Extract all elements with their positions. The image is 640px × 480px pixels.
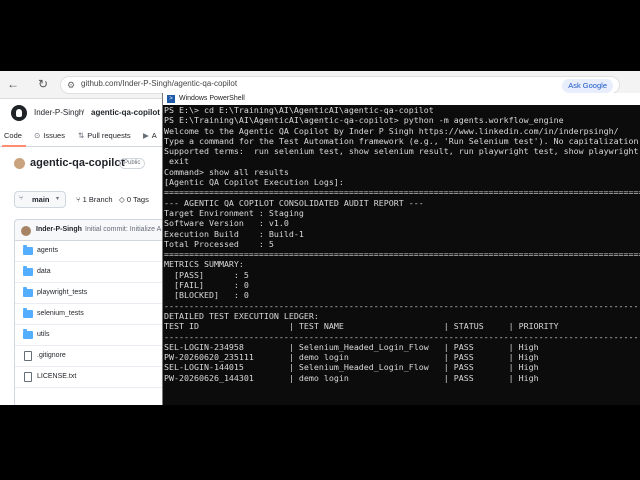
console-line: [BLOCKED] : 0 (164, 290, 249, 301)
console-line: Supported terms: run selenium test, show… (164, 146, 640, 157)
commit-message-link[interactable]: Initial commit: Initialize A (85, 226, 161, 233)
powershell-window[interactable]: > Windows PowerShell PS E:\> cd E:\Train… (162, 93, 640, 405)
actions-icon: ▶ (143, 131, 149, 140)
console-line: [Agentic QA Copilot Execution Logs]: (164, 177, 344, 188)
file-name[interactable]: agents (37, 247, 58, 254)
tab-code[interactable]: Code (4, 131, 22, 140)
window-titlebar[interactable]: > Windows PowerShell (163, 93, 640, 105)
ask-google-button[interactable]: Ask Google (562, 79, 613, 93)
list-item[interactable]: data (15, 262, 166, 283)
tab-label: A (151, 131, 157, 140)
console-line: Total Processed : 5 (164, 238, 274, 249)
back-arrow-icon[interactable]: ← (6, 77, 20, 91)
console-line: SEL-LOGIN-144015 | Selenium_Headed_Login… (164, 362, 539, 373)
list-item[interactable]: utils (15, 325, 166, 346)
avatar (14, 158, 25, 169)
issues-icon: ⊙ (34, 131, 41, 140)
console-line: Execution Build : Build-1 (164, 228, 304, 239)
console-line: PS E:\Training\AI\AgenticAI\agentic-qa-c… (164, 115, 564, 126)
console-line: Target Environment : Staging (164, 207, 304, 218)
branch-label: main (32, 195, 50, 204)
file-name[interactable]: playwright_tests (37, 289, 87, 296)
console-line: SEL-LOGIN-234958 | Selenium_Headed_Login… (164, 341, 539, 352)
latest-commit-bar: Inder-P-Singh Initial commit: Initialize… (14, 219, 165, 241)
branch-selector-button[interactable]: ⑂ main ▾ (14, 191, 66, 208)
console-line: Command> show all results (164, 166, 289, 177)
console-line: TEST ID | TEST NAME | STATUS | PRIORITY (164, 321, 559, 332)
commit-author-link[interactable]: Inder-P-Singh (36, 226, 82, 233)
repo-owner-link[interactable]: Inder-P-Singh (34, 108, 83, 117)
file-name[interactable]: utils (37, 331, 49, 338)
chevron-down-icon: ▾ (56, 196, 60, 202)
tab-label: Issues (43, 131, 65, 140)
console-line: [PASS] : 5 (164, 269, 249, 280)
screen: ← ↻ ⚙ github.com/Inder-P-Singh/agentic-q… (0, 71, 640, 405)
tab-actions[interactable]: ▶ A (143, 131, 157, 140)
repo-name-link[interactable]: agentic-qa-copilot (91, 108, 160, 117)
console-line: ----------------------------------------… (164, 300, 640, 311)
visibility-badge: Public (119, 158, 146, 169)
folder-icon (23, 308, 33, 318)
tab-label: Pull requests (87, 131, 131, 140)
breadcrumb-separator: / (82, 108, 85, 117)
list-item[interactable]: agents (15, 241, 166, 262)
active-tab-indicator (2, 145, 26, 147)
file-name[interactable]: LICENSE.txt (37, 373, 76, 380)
console-line: Software Version : v1.0 (164, 218, 289, 229)
tags-link[interactable]: ◇ 0 Tags (119, 195, 149, 204)
window-title: Windows PowerShell (179, 95, 245, 102)
file-list: agents data playwright_tests selenium_te… (14, 241, 166, 405)
folder-icon (23, 245, 33, 255)
avatar (21, 226, 31, 236)
console-line: Welcome to the Agentic QA Copilot by Ind… (164, 125, 619, 136)
console-line: --- AGENTIC QA COPILOT CONSOLIDATED AUDI… (164, 197, 424, 208)
console-line: [FAIL] : 0 (164, 280, 249, 291)
list-item[interactable]: playwright_tests (15, 283, 166, 304)
console-line: ----------------------------------------… (164, 331, 640, 342)
console-line: ========================================… (164, 249, 640, 260)
file-name[interactable]: data (37, 268, 51, 275)
console-line: PW-20260620_235111 | demo login | PASS |… (164, 352, 539, 363)
console-line: DETAILED TEST EXECUTION LEDGER: (164, 310, 319, 321)
site-info-icon[interactable]: ⚙ (67, 80, 77, 90)
github-logo-icon[interactable] (11, 105, 27, 121)
list-item[interactable]: .gitignore (15, 346, 166, 367)
tab-issues[interactable]: ⊙ Issues (34, 131, 65, 140)
page-title[interactable]: agentic-qa-copilot (30, 157, 125, 169)
tab-label: Code (4, 131, 22, 140)
list-item[interactable]: LICENSE.txt (15, 367, 166, 388)
branch-icon: ⑂ (19, 195, 24, 202)
tab-pull-requests[interactable]: ⇅ Pull requests (78, 131, 131, 140)
address-bar[interactable]: ⚙ github.com/Inder-P-Singh/agentic-qa-co… (60, 76, 620, 94)
branches-link[interactable]: ⑂ 1 Branch (76, 195, 113, 204)
console-line: ========================================… (164, 187, 640, 198)
folder-icon (23, 287, 33, 297)
powershell-icon: > (167, 95, 175, 103)
console-line: PS E:\> cd E:\Training\AI\AgenticAI\agen… (164, 105, 434, 115)
console-line: exit (164, 156, 189, 167)
pull-request-icon: ⇅ (78, 131, 85, 140)
list-item[interactable]: selenium_tests (15, 304, 166, 325)
file-icon (24, 372, 32, 382)
url-text[interactable]: github.com/Inder-P-Singh/agentic-qa-copi… (81, 79, 237, 88)
repo-tabs: Code ⊙ Issues ⇅ Pull requests ▶ A (0, 127, 165, 147)
console-output[interactable]: PS E:\> cd E:\Training\AI\AgenticAI\agen… (164, 105, 640, 405)
file-icon (24, 351, 32, 361)
console-line: PW-20260626_144301 | demo login | PASS |… (164, 372, 539, 383)
file-name[interactable]: selenium_tests (37, 310, 84, 317)
console-line: METRICS SUMMARY: (164, 259, 244, 270)
github-page: Inder-P-Singh / agentic-qa-copilot Code … (0, 99, 166, 405)
folder-icon (23, 266, 33, 276)
console-line: Type a command for the Test Automation f… (164, 135, 640, 146)
file-name[interactable]: .gitignore (37, 352, 66, 359)
folder-icon (23, 329, 33, 339)
refresh-icon[interactable]: ↻ (36, 77, 50, 91)
